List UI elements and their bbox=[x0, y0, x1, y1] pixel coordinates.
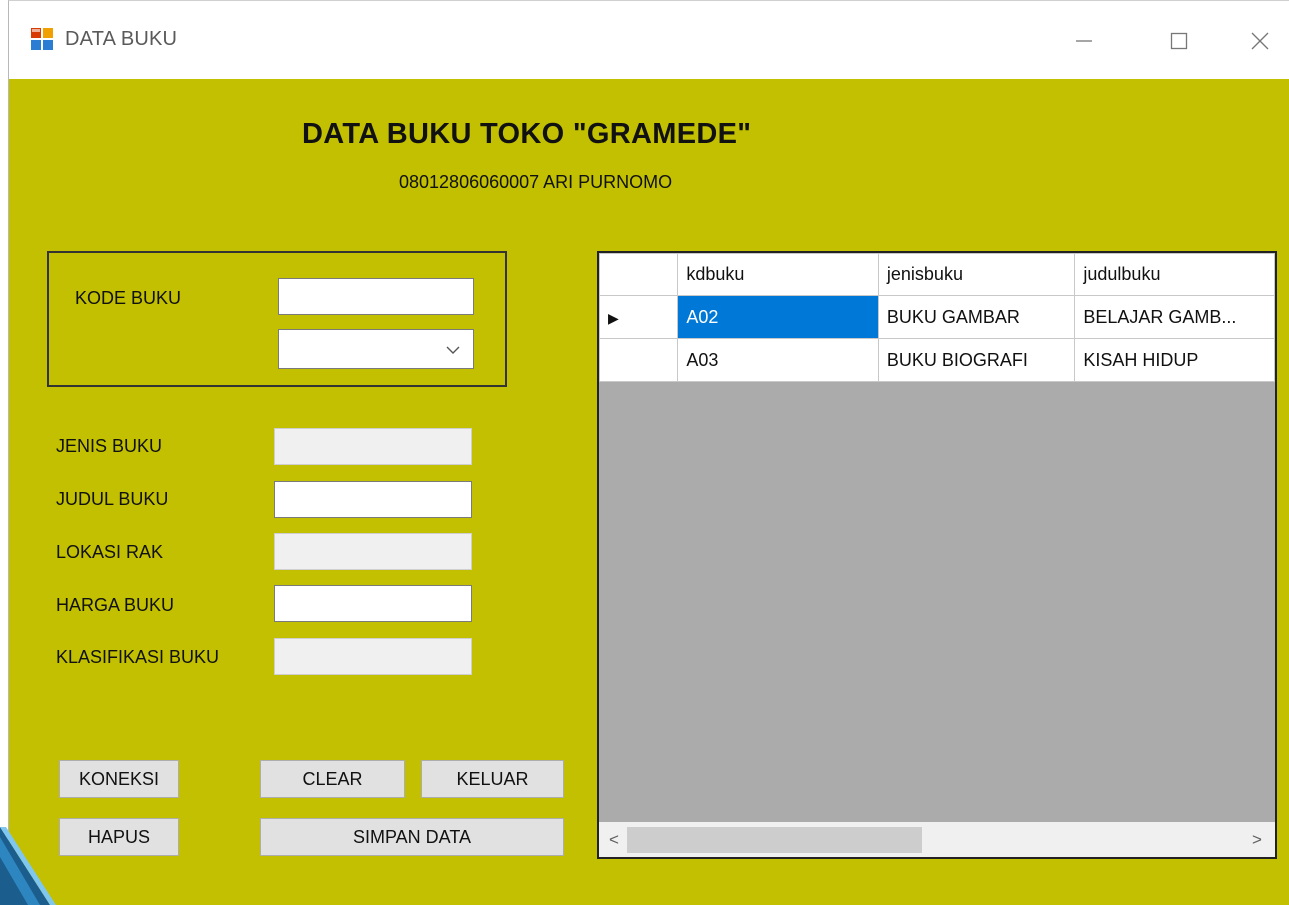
minimize-button[interactable] bbox=[1064, 21, 1104, 61]
grid-header-row: kdbuku jenisbuku judulbuku bbox=[599, 253, 1275, 296]
kode-buku-combo[interactable] bbox=[278, 329, 474, 369]
title-bar: DATA BUKU bbox=[9, 1, 1289, 79]
kode-buku-group: KODE BUKU bbox=[47, 251, 507, 387]
maximize-button[interactable] bbox=[1159, 21, 1199, 61]
lokasi-rak-label: LOKASI RAK bbox=[56, 542, 164, 562]
column-header-kdbuku[interactable]: kdbuku bbox=[677, 253, 879, 296]
lokasi-rak-input[interactable] bbox=[274, 533, 472, 570]
close-icon bbox=[1251, 32, 1269, 50]
main-window: DATA BUKU DATA BUKU TOKO "GRAMEDE" 08012… bbox=[8, 0, 1289, 905]
row-header[interactable]: ▶ bbox=[599, 295, 679, 339]
cell-kdbuku[interactable]: A03 bbox=[677, 338, 879, 382]
cell-judulbuku[interactable]: BELAJAR GAMB... bbox=[1074, 295, 1275, 339]
corner-decoration bbox=[0, 827, 56, 905]
data-grid[interactable]: kdbuku jenisbuku judulbuku ▶ A02 BUKU GA… bbox=[597, 251, 1277, 859]
hapus-button[interactable]: HAPUS bbox=[59, 818, 179, 856]
harga-buku-input[interactable] bbox=[274, 585, 472, 622]
form-heading: DATA BUKU TOKO "GRAMEDE" bbox=[302, 118, 752, 150]
scroll-left-icon[interactable]: < bbox=[609, 830, 619, 850]
current-row-icon: ▶ bbox=[608, 309, 619, 326]
koneksi-button[interactable]: KONEKSI bbox=[59, 760, 179, 798]
cell-judulbuku[interactable]: KISAH HIDUP bbox=[1074, 338, 1275, 382]
column-header-judulbuku[interactable]: judulbuku bbox=[1074, 253, 1275, 296]
app-window-icon bbox=[31, 28, 53, 50]
judul-buku-label: JUDUL BUKU bbox=[56, 489, 169, 509]
clear-button[interactable]: CLEAR bbox=[260, 760, 405, 798]
grid-table: kdbuku jenisbuku judulbuku ▶ A02 BUKU GA… bbox=[599, 253, 1275, 382]
row-header-corner bbox=[599, 253, 679, 296]
minimize-icon bbox=[1076, 40, 1092, 42]
scroll-right-icon[interactable]: > bbox=[1252, 830, 1262, 850]
column-header-jenisbuku[interactable]: jenisbuku bbox=[877, 253, 1076, 296]
jenis-buku-input[interactable] bbox=[274, 428, 472, 465]
klasifikasi-buku-label: KLASIFIKASI BUKU bbox=[56, 647, 220, 667]
row-header[interactable] bbox=[599, 338, 679, 382]
simpan-data-button[interactable]: SIMPAN DATA bbox=[260, 818, 564, 856]
cell-jenisbuku[interactable]: BUKU GAMBAR bbox=[877, 295, 1076, 339]
cell-kdbuku[interactable]: A02 bbox=[677, 295, 879, 339]
scrollbar-thumb[interactable] bbox=[627, 827, 922, 853]
keluar-button[interactable]: KELUAR bbox=[421, 760, 564, 798]
jenis-buku-label: JENIS BUKU bbox=[56, 436, 163, 456]
horizontal-scrollbar[interactable]: < > bbox=[599, 822, 1275, 857]
form-subheading: 08012806060007 ARI PURNOMO bbox=[399, 172, 673, 192]
judul-buku-input[interactable] bbox=[274, 481, 472, 518]
harga-buku-label: HARGA BUKU bbox=[56, 595, 175, 615]
kode-buku-input[interactable] bbox=[278, 278, 474, 315]
maximize-icon bbox=[1170, 32, 1188, 50]
chevron-down-icon bbox=[446, 346, 460, 354]
cell-jenisbuku[interactable]: BUKU BIOGRAFI bbox=[877, 338, 1076, 382]
close-button[interactable] bbox=[1240, 21, 1280, 61]
table-row[interactable]: A03 BUKU BIOGRAFI KISAH HIDUP bbox=[599, 338, 1275, 382]
kode-buku-label: KODE BUKU bbox=[75, 288, 182, 308]
table-row[interactable]: ▶ A02 BUKU GAMBAR BELAJAR GAMB... bbox=[599, 295, 1275, 339]
window-title: DATA BUKU bbox=[65, 28, 178, 50]
klasifikasi-buku-input[interactable] bbox=[274, 638, 472, 675]
